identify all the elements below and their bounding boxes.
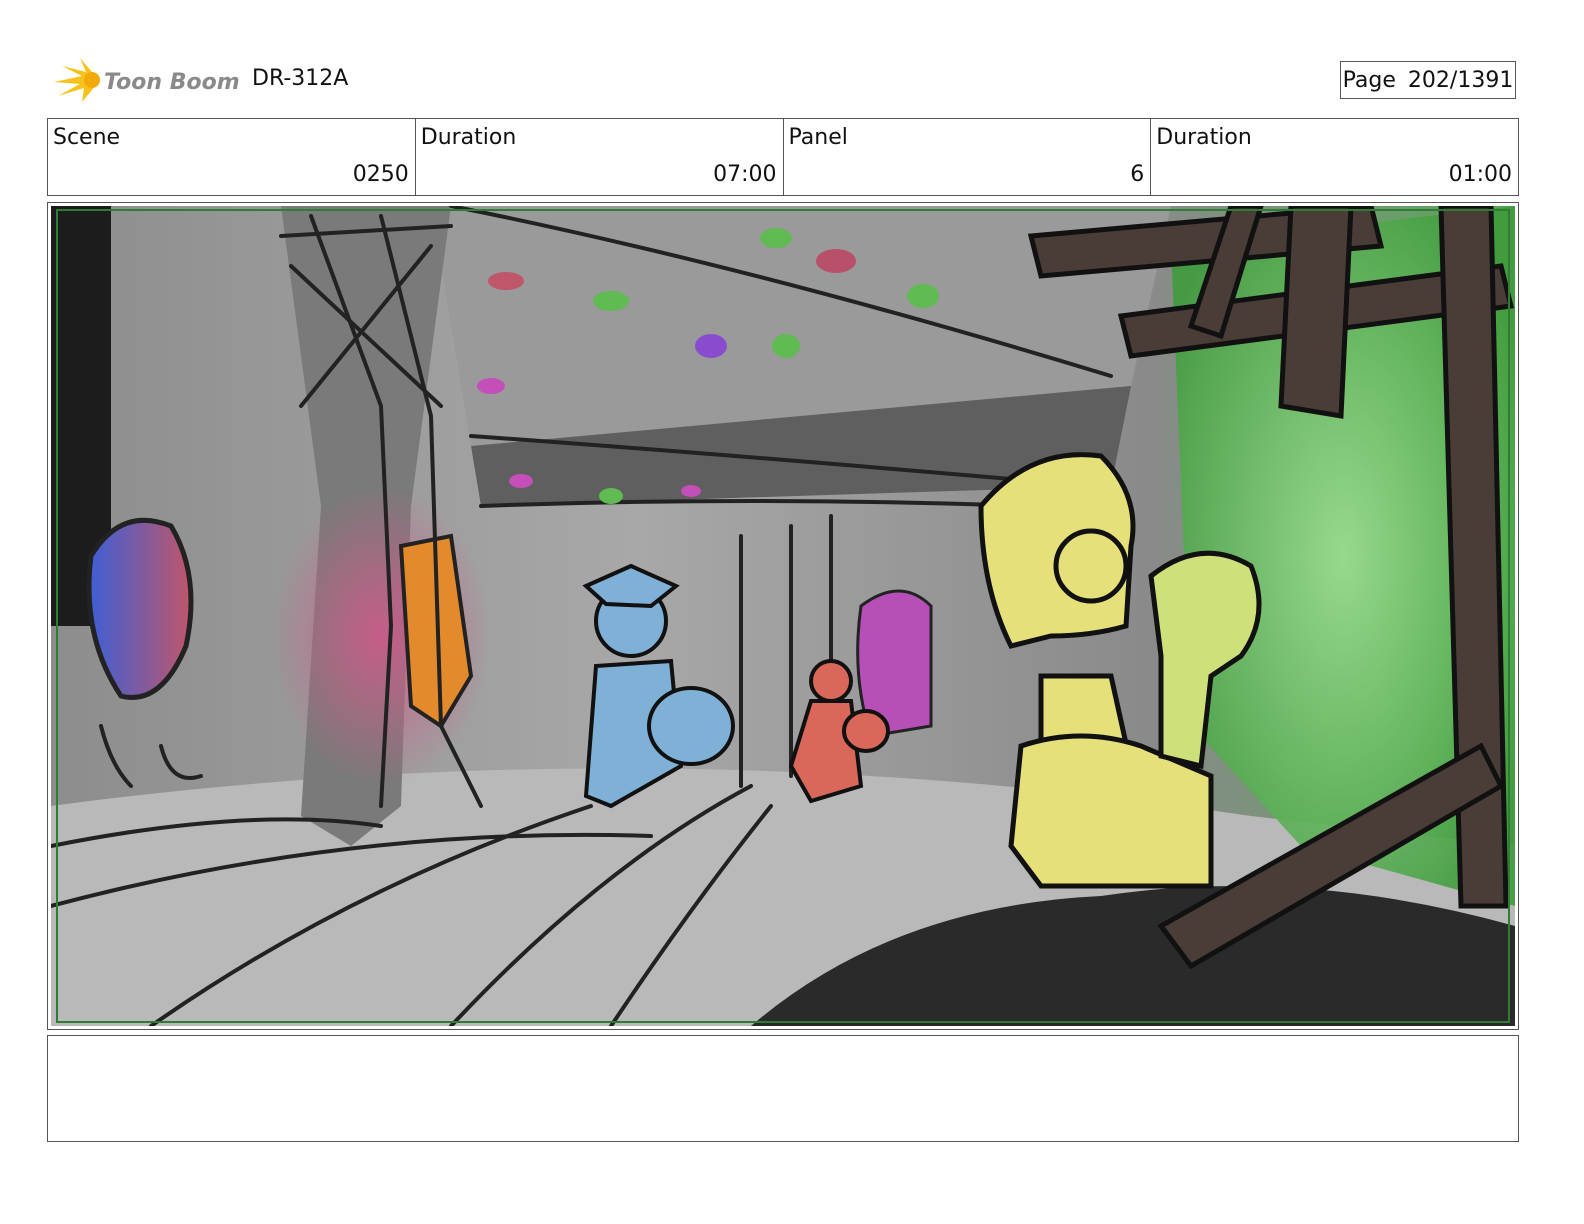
toon-boom-logo: Toon Boom (54, 58, 240, 102)
project-code: DR-312A (252, 66, 349, 91)
panel-notes-box (47, 1035, 1519, 1142)
logo-wordmark: Toon Boom (104, 70, 240, 95)
scene-info-table: Scene 0250 Duration 07:00 Panel 6 Durati… (47, 118, 1519, 196)
scene-duration-label: Duration (420, 125, 517, 150)
page-indicator: Page 202/1391 (1340, 61, 1516, 99)
panel-duration-value: 01:00 (1448, 162, 1512, 187)
panel-frame (47, 202, 1519, 1030)
panel-value: 6 (1130, 162, 1145, 187)
panel-label: Panel (788, 125, 848, 150)
page-label: Page (1342, 67, 1396, 93)
scene-cell: Scene 0250 (48, 119, 416, 195)
panel-duration-label: Duration (1156, 125, 1252, 150)
flame-icon (54, 58, 100, 102)
scene-duration-cell: Duration 07:00 (416, 119, 784, 195)
scene-duration-value: 07:00 (713, 162, 777, 187)
scene-label: Scene (53, 125, 121, 150)
panel-duration-cell: Duration 01:00 (1151, 119, 1518, 195)
page-number: 202/1391 (1407, 67, 1514, 93)
panel-cell: Panel 6 (784, 119, 1152, 195)
scene-value: 0250 (352, 162, 409, 187)
storyboard-panel-image (51, 206, 1515, 1026)
